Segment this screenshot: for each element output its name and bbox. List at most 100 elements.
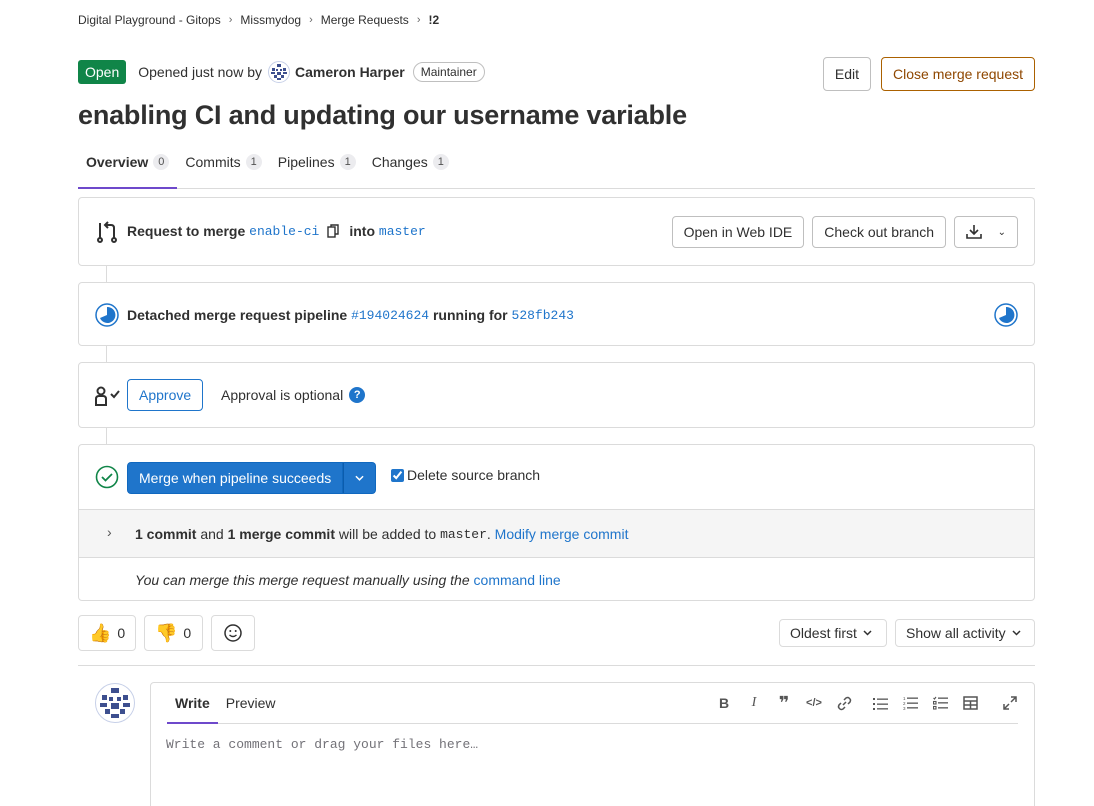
delete-source-branch-option[interactable]: Delete source branch	[391, 467, 540, 483]
tab-write[interactable]: Write	[167, 683, 218, 724]
smiley-icon	[224, 624, 242, 642]
target-branch[interactable]: master	[379, 224, 426, 239]
tab-pipelines[interactable]: Pipelines 1	[270, 148, 364, 189]
user-avatar[interactable]	[95, 683, 135, 723]
add-reaction-button[interactable]	[211, 615, 255, 651]
approval-info: Approval is optional ?	[221, 387, 366, 403]
bold-icon[interactable]: B	[716, 695, 732, 711]
link-icon[interactable]	[836, 695, 852, 711]
tab-count: 0	[153, 154, 170, 170]
comment-input[interactable]: Write a comment or drag your files here…	[166, 737, 478, 752]
check-out-branch-button[interactable]: Check out branch	[812, 216, 946, 248]
table-icon[interactable]	[962, 695, 978, 711]
breadcrumb-project[interactable]: Missmydog	[240, 13, 301, 27]
merge-commit-summary: › 1 commit and 1 merge commit will be ad…	[79, 509, 1034, 558]
status-badge: Open	[78, 60, 127, 84]
thumbs-up-icon: 👍	[89, 622, 112, 643]
widget-connector	[106, 427, 107, 445]
download-dropdown-button[interactable]: ⌄	[954, 216, 1018, 248]
tab-label: Overview	[86, 154, 149, 170]
source-branch[interactable]: enable-ci	[249, 224, 319, 239]
tab-changes[interactable]: Changes 1	[364, 148, 457, 189]
svg-text:3: 3	[903, 706, 906, 710]
editor-toolbar: B I ❞ </> 123	[716, 693, 1018, 713]
breadcrumb: Digital Playground - Gitops › Missmydog …	[78, 13, 439, 27]
pipeline-id-link[interactable]: #194024624	[351, 308, 429, 323]
copy-icon[interactable]	[327, 224, 340, 238]
approval-optional-text: Approval is optional	[221, 387, 344, 403]
close-merge-request-button[interactable]: Close merge request	[881, 57, 1035, 91]
merge-branches: Request to merge enable-ci into master	[127, 223, 426, 239]
breadcrumb-merge-requests[interactable]: Merge Requests	[321, 13, 409, 27]
italic-icon[interactable]: I	[746, 695, 762, 711]
merge-button-group: Merge when pipeline succeeds	[127, 462, 377, 494]
chevron-right-icon: ›	[416, 14, 421, 26]
author-name[interactable]: Cameron Harper	[295, 64, 405, 80]
delete-source-branch-checkbox[interactable]	[391, 468, 404, 482]
filter-label: Show all activity	[906, 625, 1006, 641]
merge-request-icon	[97, 221, 117, 243]
chevron-right-icon: ›	[309, 14, 313, 26]
chevron-down-icon	[1012, 630, 1021, 636]
manual-merge-text: You can merge this merge request manuall…	[135, 572, 561, 588]
breadcrumb-group[interactable]: Digital Playground - Gitops	[78, 13, 221, 27]
added-to-text: will be added to	[338, 526, 437, 542]
breadcrumb-current[interactable]: !2	[428, 13, 439, 27]
tab-overview[interactable]: Overview 0	[78, 148, 178, 189]
tab-count: 1	[245, 154, 262, 170]
thumbs-down-icon: 👎	[155, 622, 178, 643]
approval-card: Approve Approval is optional ?	[78, 362, 1035, 428]
thumbs-down-count: 0	[183, 625, 192, 641]
pipeline-running-icon[interactable]	[95, 303, 119, 327]
role-badge: Maintainer	[412, 62, 485, 82]
delete-source-branch-label: Delete source branch	[407, 467, 541, 483]
tab-count: 1	[432, 154, 449, 170]
commit-sha-link[interactable]: 528fb243	[512, 308, 574, 323]
merge-button[interactable]: Merge when pipeline succeeds	[127, 462, 344, 494]
opened-text: Opened just now by	[138, 64, 262, 80]
approval-icon	[95, 386, 120, 406]
sort-label: Oldest first	[790, 625, 857, 641]
merge-info-card: Request to merge enable-ci into master O…	[78, 197, 1035, 266]
bullet-list-icon[interactable]	[872, 695, 888, 711]
page-title: enabling CI and updating our username va…	[78, 100, 687, 130]
modify-merge-commit-link[interactable]: Modify merge commit	[495, 526, 629, 542]
numbered-list-icon[interactable]: 123	[902, 695, 918, 711]
sort-dropdown[interactable]: Oldest first	[779, 619, 887, 647]
activity-filter-dropdown[interactable]: Show all activity	[895, 619, 1035, 647]
edit-button[interactable]: Edit	[822, 57, 872, 91]
manual-merge-prefix: You can merge this merge request manuall…	[135, 572, 470, 588]
code-icon[interactable]: </>	[806, 695, 822, 711]
question-icon[interactable]: ?	[349, 387, 366, 403]
check-circle-icon	[95, 465, 119, 489]
thumbs-up-reaction[interactable]: 👍 0	[78, 615, 136, 651]
task-list-icon[interactable]	[932, 695, 948, 711]
merge-options-dropdown[interactable]	[343, 462, 377, 494]
chevron-right-icon: ›	[228, 14, 233, 26]
tab-count: 1	[339, 154, 356, 170]
widget-connector	[106, 345, 107, 363]
pipeline-mini-icon[interactable]	[994, 303, 1018, 327]
into-text: into	[349, 223, 376, 239]
tab-label: Pipelines	[277, 154, 335, 170]
quote-icon[interactable]: ❞	[776, 693, 792, 713]
mr-tabs: Overview 0 Commits 1 Pipelines 1 Changes…	[78, 148, 1035, 189]
divider	[78, 665, 1035, 666]
approve-button[interactable]: Approve	[127, 379, 204, 411]
comment-editor: Write Preview B I ❞ </> 123 Write a comm…	[150, 682, 1035, 806]
author-avatar[interactable]	[268, 61, 290, 83]
commit-count: 1 commit	[135, 526, 197, 542]
fullscreen-icon[interactable]	[1002, 695, 1018, 711]
expand-chevron-icon[interactable]: ›	[107, 524, 112, 540]
target-branch-name: master	[440, 526, 487, 542]
chevron-down-icon	[355, 475, 364, 481]
command-line-link[interactable]: command line	[474, 572, 561, 588]
open-web-ide-button[interactable]: Open in Web IDE	[671, 216, 805, 248]
tab-preview[interactable]: Preview	[218, 683, 284, 724]
thumbs-down-reaction[interactable]: 👎 0	[144, 615, 203, 651]
chevron-down-icon	[863, 630, 872, 636]
download-icon	[966, 225, 982, 239]
pipeline-card: Detached merge request pipeline #1940246…	[78, 282, 1035, 346]
tab-commits[interactable]: Commits 1	[177, 148, 269, 189]
mr-header: Open Opened just now by Cameron Harper M…	[78, 60, 485, 84]
